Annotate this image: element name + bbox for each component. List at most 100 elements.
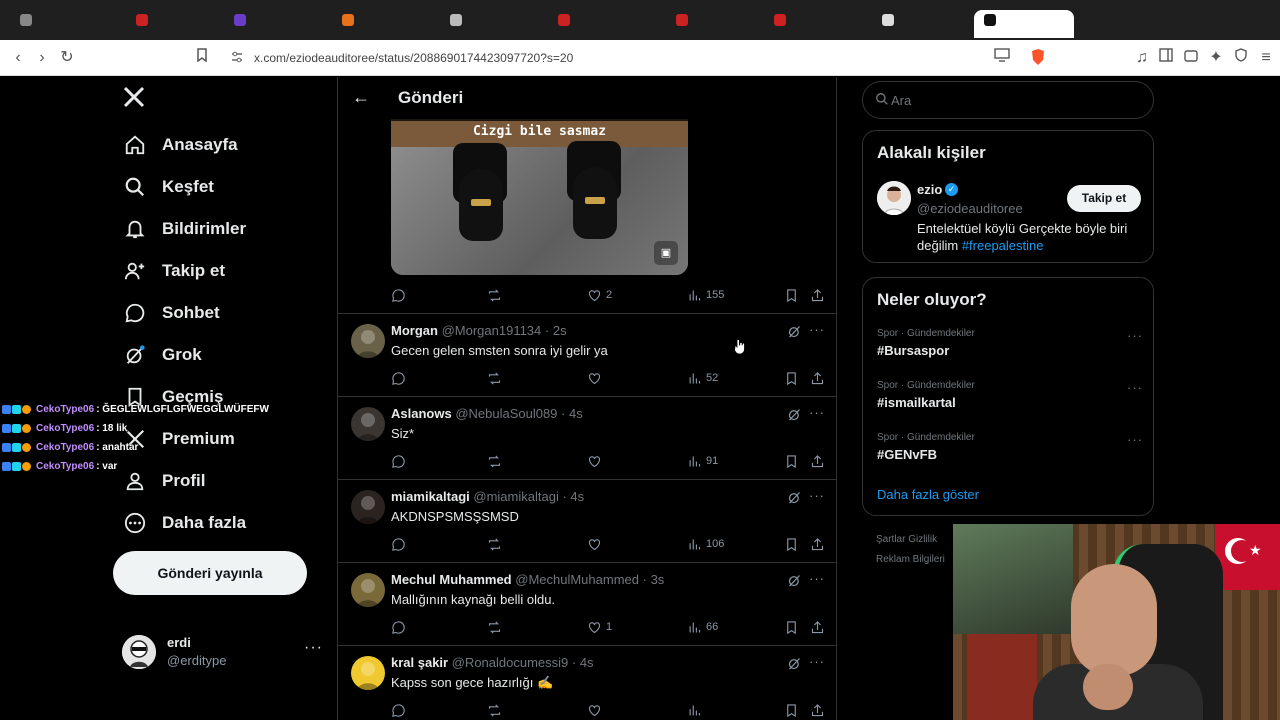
reply-button[interactable] (391, 451, 406, 471)
repost-button[interactable] (487, 368, 502, 388)
views-button[interactable]: 106 (687, 534, 724, 554)
reply-author-name[interactable]: Morgan (391, 323, 438, 338)
reply-button[interactable] (391, 700, 406, 720)
sidebar-item-home[interactable]: Anasayfa (122, 125, 238, 165)
browser-tab[interactable] (126, 10, 216, 38)
browser-tab[interactable] (872, 10, 968, 38)
like-button[interactable] (587, 534, 606, 554)
grok-icon[interactable] (787, 407, 802, 422)
account-switcher[interactable]: erdi @erditype ··· (122, 633, 328, 673)
trend-item[interactable]: Spor · Gündemdekiler #Bursaspor ··· (877, 328, 1143, 364)
show-more-link[interactable]: Daha fazla göster (877, 487, 979, 502)
reply-time[interactable]: · 4s (562, 489, 584, 504)
address-bar[interactable]: x.com/eziodeauditoree/status/20886901744… (220, 46, 1060, 70)
brave-shield-icon[interactable] (1028, 48, 1048, 68)
post-media-image[interactable]: Cizgi bile sasmaz ▣ (391, 119, 688, 275)
reply-author-name[interactable]: kral şakir (391, 655, 448, 670)
views-button[interactable] (687, 700, 706, 720)
reply-post[interactable]: Morgan @Morgan191134 · 2s Gecen gelen sms… (338, 313, 836, 396)
follow-button[interactable]: Takip et (1067, 185, 1141, 212)
like-button[interactable] (587, 451, 606, 471)
reply-time[interactable]: · 3s (643, 572, 665, 587)
more-icon[interactable]: ··· (1127, 380, 1143, 395)
leo-ai-icon[interactable]: ✦ (1206, 48, 1226, 68)
reply-author-name[interactable]: Aslanows (391, 406, 452, 421)
bookmark-page-icon[interactable] (192, 48, 212, 68)
avatar[interactable] (351, 324, 385, 358)
back-arrow-icon[interactable]: ‹ (8, 48, 28, 68)
more-icon[interactable]: ··· (809, 654, 825, 669)
wallet-icon[interactable] (1181, 48, 1201, 68)
grok-icon[interactable] (787, 324, 802, 339)
share-button[interactable] (810, 368, 825, 388)
like-button[interactable]: 2 (587, 285, 612, 305)
media-icon[interactable]: ♫ (1132, 48, 1152, 68)
forward-arrow-icon[interactable]: › (32, 48, 52, 68)
site-settings-icon[interactable] (230, 50, 246, 66)
share-button[interactable] (810, 534, 825, 554)
trend-item[interactable]: Spor · Gündemdekiler #GENvFB ··· (877, 432, 1143, 468)
sidebar-toggle-icon[interactable] (1156, 48, 1176, 68)
browser-tab[interactable] (764, 10, 864, 38)
repost-button[interactable] (487, 617, 502, 637)
avatar[interactable] (351, 573, 385, 607)
reply-button[interactable] (391, 368, 406, 388)
trend-item[interactable]: Spor · Gündemdekiler #ismailkartal ··· (877, 380, 1143, 416)
repost-button[interactable] (487, 534, 502, 554)
reply-time[interactable]: · 4s (572, 655, 594, 670)
bookmark-button[interactable] (784, 285, 799, 305)
bookmark-button[interactable] (784, 451, 799, 471)
post-button[interactable]: Gönderi yayınla (113, 551, 307, 595)
browser-tab-active[interactable] (974, 10, 1074, 38)
browser-tab[interactable] (440, 10, 540, 38)
repost-button[interactable] (487, 700, 502, 720)
avatar[interactable] (877, 181, 911, 215)
share-button[interactable] (810, 700, 825, 720)
person-name[interactable]: ezio (917, 182, 942, 197)
menu-icon[interactable]: ≡ (1256, 48, 1276, 68)
grok-icon[interactable] (787, 656, 802, 671)
back-arrow-icon[interactable]: ← (352, 87, 370, 108)
bookmark-button[interactable] (784, 534, 799, 554)
sidebar-item-notifications[interactable]: Bildirimler (122, 209, 246, 249)
x-logo-icon[interactable] (122, 85, 148, 111)
more-icon[interactable]: ··· (304, 639, 323, 657)
grok-icon[interactable] (787, 573, 802, 588)
browser-tab[interactable] (224, 10, 324, 38)
reply-author-name[interactable]: Mechul Muhammed (391, 572, 512, 587)
reply-button[interactable] (391, 617, 406, 637)
bookmark-button[interactable] (784, 617, 799, 637)
views-button[interactable]: 52 (687, 368, 718, 388)
browser-tab[interactable] (666, 10, 756, 38)
sidebar-item-grok[interactable]: Grok (122, 335, 202, 375)
media-badge-icon[interactable]: ▣ (654, 241, 678, 265)
vpn-icon[interactable] (1231, 48, 1251, 68)
reply-post[interactable]: Aslanows @NebulaSoul089 · 4s Siz* ··· 91 (338, 396, 836, 479)
footer-links[interactable]: Reklam Bilgileri (876, 554, 945, 565)
avatar[interactable] (351, 490, 385, 524)
reload-icon[interactable]: ↻ (57, 48, 77, 68)
sidebar-item-follow[interactable]: Takip et (122, 251, 225, 291)
reply-post[interactable]: miamikaltagi @miamikaltagi · 4s AKDNSPSMS… (338, 479, 836, 562)
reply-time[interactable]: · 2s (545, 323, 567, 338)
reply-button[interactable] (391, 285, 406, 305)
reply-post[interactable]: kral şakir @Ronaldocumessi9 · 4s Kapss so… (338, 645, 836, 720)
search-input[interactable]: Ara (862, 81, 1154, 119)
views-button[interactable]: 66 (687, 617, 718, 637)
repost-button[interactable] (487, 451, 502, 471)
reply-author-name[interactable]: miamikaltagi (391, 489, 470, 504)
like-button[interactable]: 1 (587, 617, 612, 637)
sidebar-item-chat[interactable]: Sohbet (122, 293, 220, 333)
browser-tab[interactable] (10, 10, 120, 38)
like-button[interactable] (587, 368, 606, 388)
grok-icon[interactable] (787, 490, 802, 505)
more-icon[interactable]: ··· (809, 322, 825, 337)
share-button[interactable] (810, 617, 825, 637)
more-icon[interactable]: ··· (809, 571, 825, 586)
footer-links[interactable]: Şartlar Gizlilik (876, 534, 937, 545)
like-button[interactable] (587, 700, 606, 720)
reply-time[interactable]: · 4s (561, 406, 583, 421)
sidebar-item-explore[interactable]: Keşfet (122, 167, 214, 207)
sidebar-item-more[interactable]: Daha fazla (122, 503, 246, 543)
more-icon[interactable]: ··· (809, 405, 825, 420)
